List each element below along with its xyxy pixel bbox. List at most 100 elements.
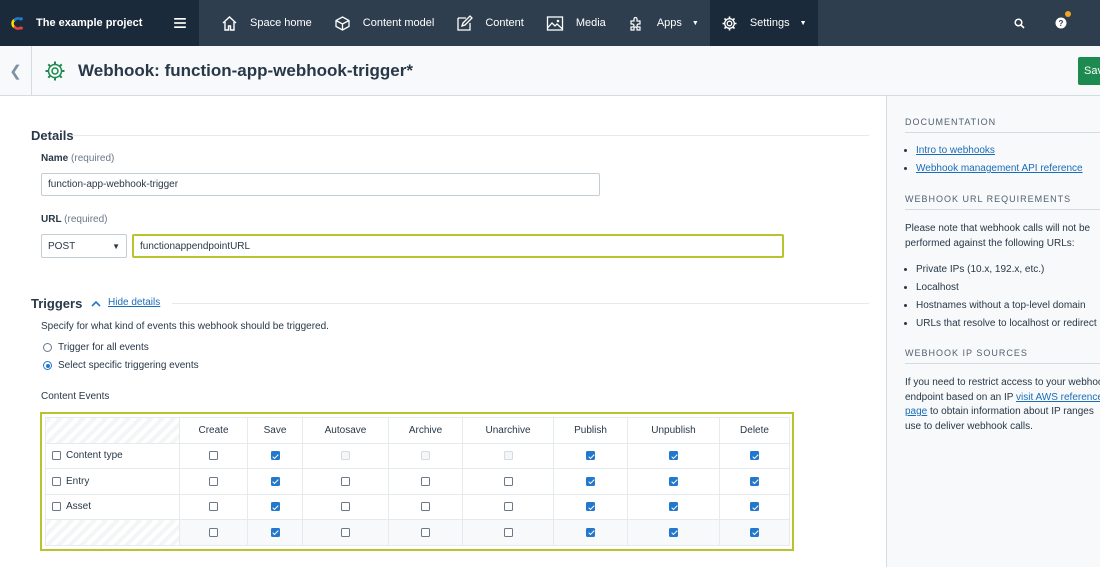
search-button[interactable] (998, 0, 1040, 46)
webhook-api-link[interactable]: Webhook management API reference (916, 163, 1083, 174)
nav-content-model[interactable]: Content model (323, 0, 446, 46)
aws-reference-link[interactable]: visit AWS reference (1016, 392, 1100, 403)
event-checkbox[interactable] (503, 527, 513, 537)
name-label: Name (required) (41, 153, 115, 164)
event-checkbox[interactable] (750, 502, 759, 512)
event-checkbox[interactable] (669, 502, 678, 512)
column-header: Delete (719, 417, 790, 444)
help-button[interactable]: ? (1040, 0, 1082, 46)
hide-details-link[interactable]: Hide details (108, 297, 160, 308)
row-select-checkbox[interactable] (52, 451, 61, 461)
event-checkbox[interactable] (503, 502, 513, 512)
content-model-icon (335, 15, 350, 31)
column-header: Unpublish (627, 417, 720, 444)
event-cell (462, 468, 554, 495)
event-checkbox (341, 451, 350, 461)
radio-all-events[interactable]: Trigger for all events (43, 342, 149, 353)
event-checkbox[interactable] (503, 476, 513, 486)
event-checkbox[interactable] (209, 451, 218, 461)
event-checkbox[interactable] (421, 502, 430, 512)
radio-label: Select specific triggering events (58, 360, 199, 371)
event-checkbox[interactable] (586, 527, 595, 537)
radio-button[interactable] (43, 361, 52, 370)
content-events-label: Content Events (41, 391, 110, 402)
save-button[interactable]: Save (1078, 57, 1100, 85)
event-checkbox[interactable] (750, 527, 759, 537)
event-checkbox[interactable] (586, 502, 595, 512)
event-cell (462, 519, 554, 546)
notification-dot (1065, 11, 1071, 17)
radio-label: Trigger for all events (58, 342, 149, 353)
nav-label: Media (575, 17, 606, 29)
event-checkbox[interactable] (341, 527, 350, 537)
content-events-table: Create Save Autosave Archive Unarchive P… (40, 412, 794, 551)
row-label: Asset (66, 501, 92, 513)
event-checkbox[interactable] (669, 476, 678, 486)
http-method-select[interactable]: POST ▼ (41, 234, 127, 258)
divider (172, 303, 869, 304)
event-checkbox (503, 451, 513, 461)
url-requirements-heading: WEBHOOK URL REQUIREMENTS (905, 194, 1100, 210)
event-checkbox[interactable] (209, 476, 218, 486)
aws-reference-link[interactable]: page (905, 406, 927, 417)
column-header: Save (247, 417, 303, 444)
row-select-checkbox[interactable] (52, 476, 61, 486)
home-icon (222, 15, 237, 31)
url-requirements-text: performed against the following URLs: (905, 237, 1075, 249)
menu-icon[interactable] (173, 18, 187, 28)
event-checkbox[interactable] (669, 527, 678, 537)
event-checkbox[interactable] (270, 476, 280, 486)
table-row: Entry (45, 468, 790, 495)
list-item: Webhook management API reference (916, 160, 1100, 178)
event-cell (302, 468, 389, 495)
nav-content[interactable]: Content (445, 0, 535, 46)
back-button[interactable]: ❮ (0, 45, 32, 96)
event-checkbox[interactable] (209, 502, 218, 512)
event-checkbox[interactable] (750, 451, 759, 461)
documentation-heading: DOCUMENTATION (905, 117, 1100, 133)
event-cell (719, 442, 790, 469)
event-cell (627, 468, 720, 495)
event-cell (553, 519, 628, 546)
radio-button[interactable] (43, 343, 52, 352)
url-requirements-text: Please note that webhook calls will not … (905, 223, 1091, 234)
event-checkbox[interactable] (270, 451, 280, 461)
ip-sources-text: endpoint based on an IP visit AWS refere… (905, 391, 1100, 406)
event-checkbox[interactable] (341, 502, 350, 512)
event-checkbox[interactable] (341, 476, 350, 486)
event-cell (302, 493, 389, 520)
event-checkbox[interactable] (750, 476, 759, 486)
nav-label: Space home (250, 17, 312, 29)
event-checkbox[interactable] (209, 527, 218, 537)
event-cell (302, 519, 389, 546)
event-checkbox[interactable] (586, 451, 595, 461)
contentful-logo-icon (11, 16, 23, 30)
ip-sources-text: If you need to restrict access to your w… (905, 377, 1100, 388)
ip-sources-heading: WEBHOOK IP SOURCES (905, 348, 1100, 364)
nav-space-home[interactable]: Space home (199, 0, 323, 46)
name-input[interactable]: function-app-webhook-trigger (41, 173, 600, 196)
event-checkbox[interactable] (421, 476, 430, 486)
event-cell (247, 468, 303, 495)
page-title: Webhook: function-app-webhook-trigger* (78, 60, 413, 80)
row-select-checkbox[interactable] (52, 502, 61, 512)
nav-settings[interactable]: Settings ▼ (709, 0, 818, 46)
radio-specific-events[interactable]: Select specific triggering events (43, 360, 199, 371)
event-checkbox[interactable] (586, 476, 595, 486)
event-checkbox[interactable] (421, 527, 430, 537)
event-checkbox[interactable] (270, 527, 280, 537)
ip-sources-text: page to obtain information about IP rang… (905, 406, 1094, 417)
event-cell (627, 493, 720, 520)
project-switcher[interactable]: The example project (0, 0, 199, 46)
list-item: Hostnames without a top-level domain (916, 297, 1100, 315)
nav-apps[interactable]: Apps ▼ (617, 0, 710, 46)
column-header: Archive (388, 417, 463, 444)
nav-media[interactable]: Media (535, 0, 617, 46)
intro-webhooks-link[interactable]: Intro to webhooks (916, 145, 995, 156)
url-input[interactable]: functionappendpointURL (132, 234, 784, 258)
event-checkbox[interactable] (270, 502, 280, 512)
event-checkbox[interactable] (669, 451, 678, 461)
event-cell (553, 442, 628, 469)
chevron-up-icon[interactable] (91, 300, 101, 307)
row-label-cell: Asset (45, 493, 180, 520)
